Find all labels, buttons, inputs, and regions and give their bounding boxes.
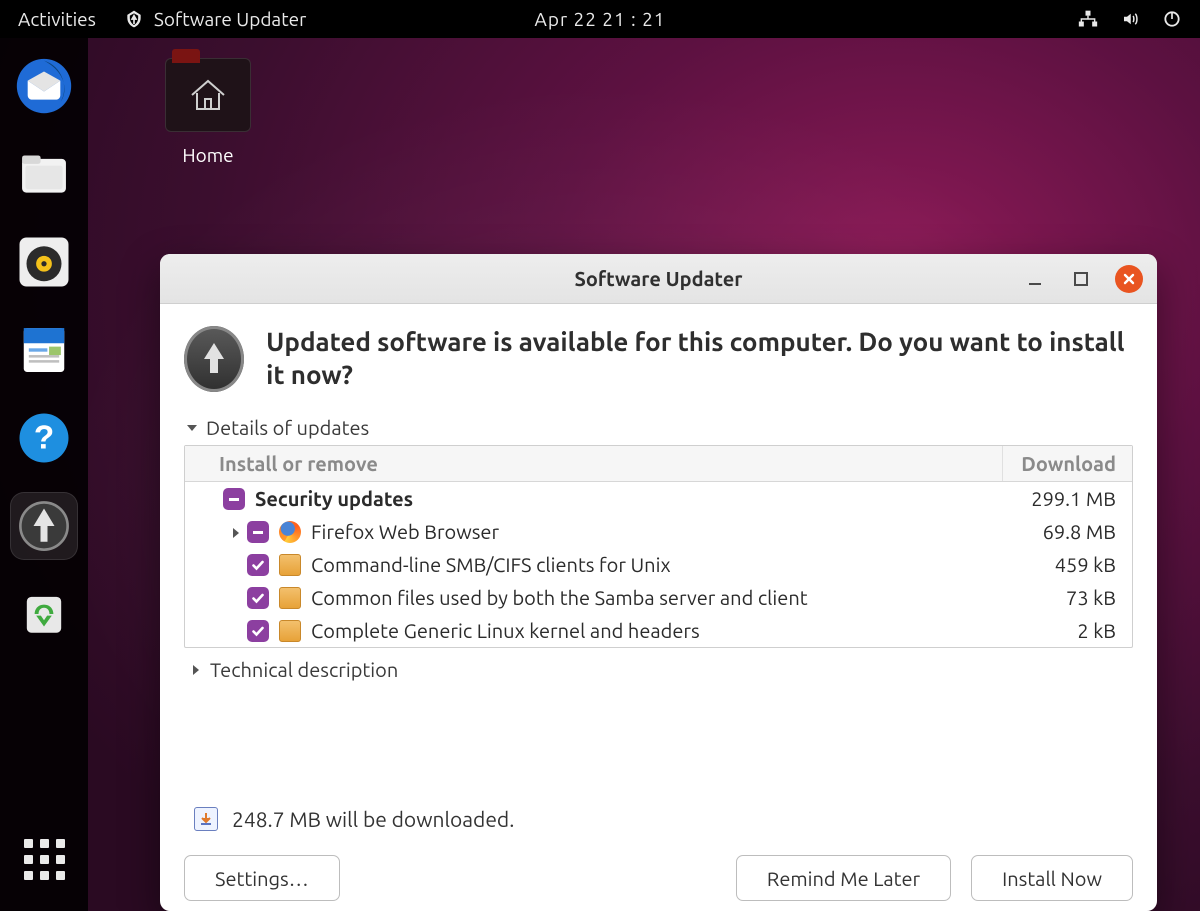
writer-icon [17, 323, 71, 377]
details-expander[interactable]: Details of updates [184, 416, 1133, 439]
column-download[interactable]: Download [1002, 446, 1132, 481]
titlebar[interactable]: Software Updater [160, 254, 1157, 304]
power-icon [1162, 9, 1182, 29]
updates-list: Install or remove Download Security upda… [184, 445, 1133, 648]
item-label: Command-line SMB/CIFS clients for Unix [311, 553, 1006, 576]
svg-text:?: ? [34, 420, 54, 457]
software-updater-icon [124, 9, 144, 29]
show-applications-button[interactable] [10, 825, 78, 893]
close-button[interactable] [1115, 265, 1143, 293]
chevron-down-icon [184, 420, 200, 436]
item-label: Firefox Web Browser [311, 520, 1006, 543]
activities-button[interactable]: Activities [18, 8, 96, 30]
install-now-button[interactable]: Install Now [971, 855, 1133, 901]
item-label: Common files used by both the Samba serv… [311, 586, 1006, 609]
item-size: 69.8 MB [1006, 520, 1116, 543]
technical-description-expander[interactable]: Technical description [188, 658, 1133, 681]
updater-badge-icon [184, 326, 244, 392]
package-icon [279, 554, 301, 576]
dock-trash[interactable] [10, 580, 78, 648]
window-title: Software Updater [575, 267, 743, 290]
system-status-area[interactable] [1078, 9, 1182, 29]
package-icon [279, 620, 301, 642]
checkbox-partial[interactable] [247, 521, 269, 543]
group-label: Security updates [255, 487, 1006, 510]
checkbox-checked[interactable] [247, 554, 269, 576]
trash-icon [19, 589, 69, 639]
technical-label: Technical description [210, 658, 398, 681]
remind-later-button[interactable]: Remind Me Later [736, 855, 951, 901]
item-samba-common[interactable]: Common files used by both the Samba serv… [185, 581, 1132, 614]
checkbox-partial[interactable] [223, 488, 245, 510]
item-smbclient[interactable]: Command-line SMB/CIFS clients for Unix 4… [185, 548, 1132, 581]
download-summary: 248.7 MB will be downloaded. [232, 807, 514, 831]
dock-files[interactable] [10, 140, 78, 208]
item-size: 459 kB [1006, 553, 1116, 576]
network-icon [1078, 10, 1098, 28]
files-icon [17, 147, 71, 201]
item-firefox[interactable]: Firefox Web Browser 69.8 MB [185, 515, 1132, 548]
dock-thunderbird[interactable] [10, 52, 78, 120]
software-updater-icon [16, 498, 72, 554]
settings-button[interactable]: Settings… [184, 855, 340, 901]
checkbox-checked[interactable] [247, 587, 269, 609]
item-label: Complete Generic Linux kernel and header… [311, 619, 1006, 642]
desktop-home-label: Home [158, 144, 258, 166]
group-size: 299.1 MB [1006, 487, 1116, 510]
details-label: Details of updates [206, 416, 369, 439]
folder-icon [165, 58, 251, 132]
dock-software-updater[interactable] [10, 492, 78, 560]
chevron-right-icon[interactable] [227, 520, 245, 543]
volume-icon [1120, 10, 1140, 28]
apps-grid-icon [24, 839, 65, 880]
item-size: 73 kB [1006, 586, 1116, 609]
thunderbird-icon [15, 57, 73, 115]
column-install-remove[interactable]: Install or remove [185, 446, 1002, 481]
clock[interactable]: Apr 22 21 : 21 [534, 8, 665, 30]
minimize-button[interactable] [1023, 267, 1047, 291]
dialog-heading: Updated software is available for this c… [266, 326, 1133, 391]
download-icon [194, 807, 218, 831]
item-size: 2 kB [1006, 619, 1116, 642]
gnome-top-bar: Activities Software Updater Apr 22 21 : … [0, 0, 1200, 38]
dock-rhythmbox[interactable] [10, 228, 78, 296]
group-security-updates[interactable]: Security updates 299.1 MB [185, 482, 1132, 515]
focused-app-label: Software Updater [154, 8, 306, 30]
desktop-home-folder[interactable]: Home [158, 58, 258, 166]
chevron-right-icon [188, 662, 204, 678]
item-linux-generic[interactable]: Complete Generic Linux kernel and header… [185, 614, 1132, 647]
focused-app-menu[interactable]: Software Updater [124, 8, 306, 30]
speaker-icon [16, 234, 72, 290]
package-icon [279, 587, 301, 609]
checkbox-checked[interactable] [247, 620, 269, 642]
firefox-icon [279, 521, 301, 543]
software-updater-window: Software Updater Updated software is ava… [160, 254, 1157, 911]
dock-help[interactable]: ? [10, 404, 78, 472]
help-icon: ? [16, 410, 72, 466]
dock: ? [0, 38, 88, 911]
maximize-button[interactable] [1069, 267, 1093, 291]
dock-libreoffice-writer[interactable] [10, 316, 78, 384]
